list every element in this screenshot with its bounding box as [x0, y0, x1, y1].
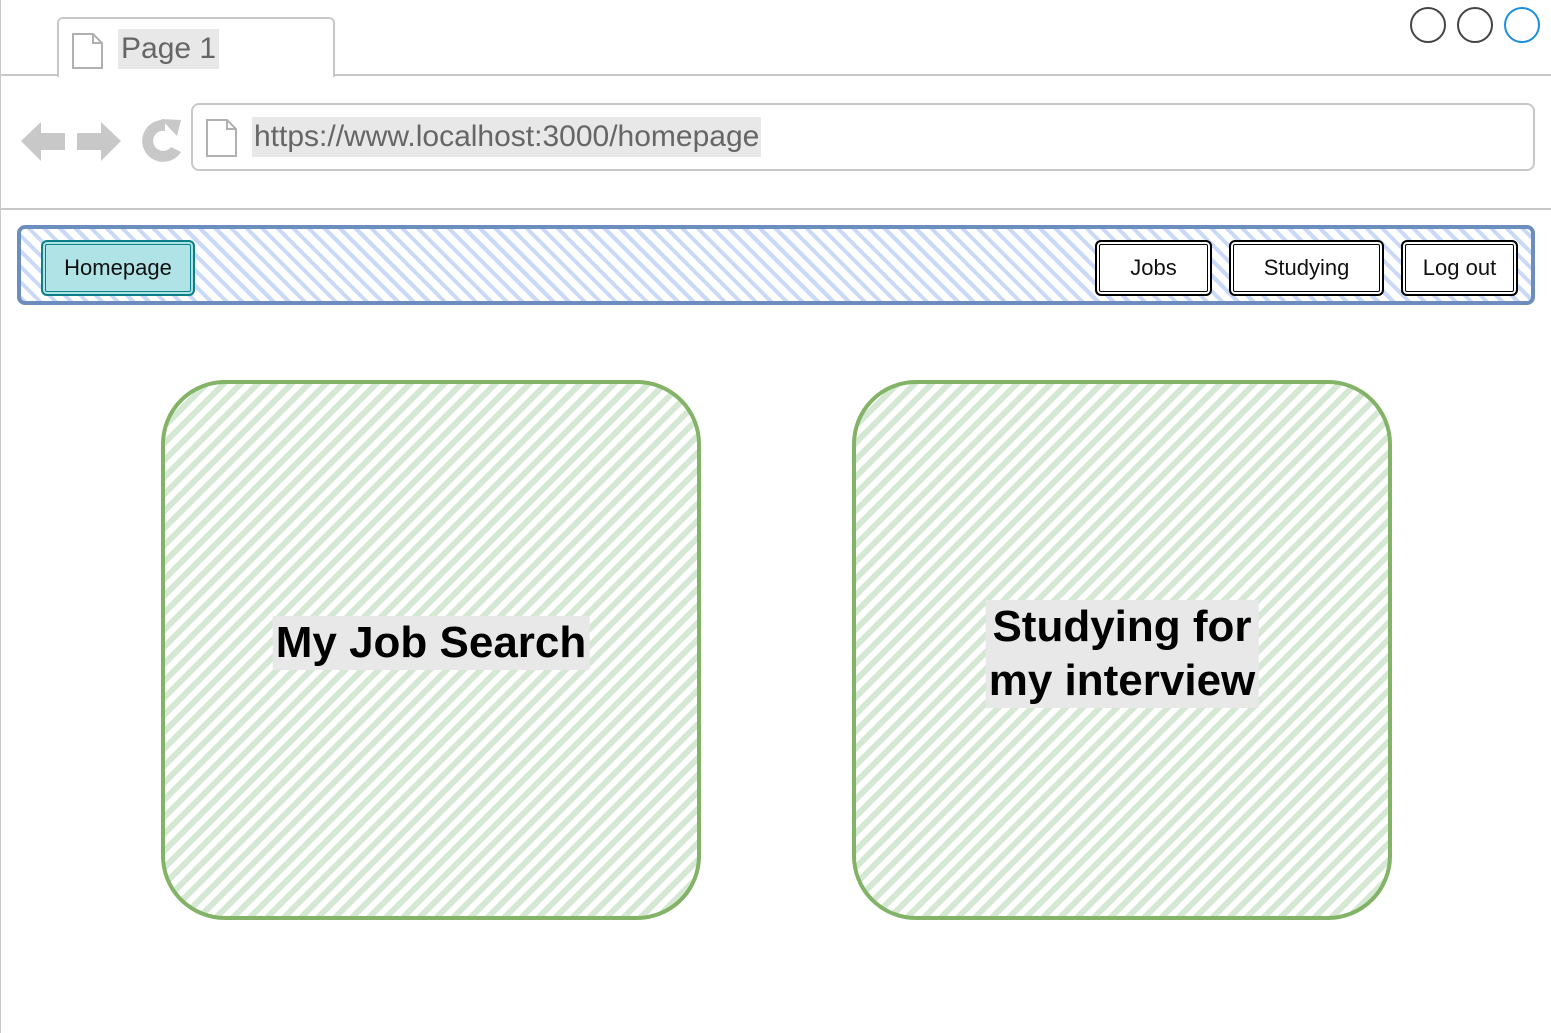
browser-window: Page 1 https://www.localhost:3000/homepa… — [0, 0, 1551, 1033]
back-icon[interactable] — [21, 122, 65, 161]
studying-button[interactable]: Studying — [1229, 240, 1384, 296]
minimize-window-icon[interactable] — [1410, 7, 1446, 43]
browser-tab[interactable]: Page 1 — [57, 17, 335, 77]
app-navbar: Homepage Jobs Studying Log out — [17, 225, 1535, 305]
card-title-line-1: Studying for — [992, 602, 1252, 651]
url-text: https://www.localhost:3000/homepage — [252, 117, 762, 157]
toolbar-divider — [1, 208, 1551, 210]
maximize-window-icon[interactable] — [1457, 7, 1493, 43]
my-job-search-card[interactable]: My Job Search — [161, 380, 701, 920]
homepage-button[interactable]: Homepage — [41, 240, 195, 296]
forward-icon[interactable] — [77, 122, 121, 161]
card-title: My Job Search — [272, 616, 590, 670]
page-icon — [72, 33, 103, 69]
tab-title: Page 1 — [118, 29, 220, 69]
reload-icon[interactable] — [142, 119, 181, 162]
log-out-button[interactable]: Log out — [1401, 240, 1518, 296]
card-title: Studying for my interview — [985, 600, 1259, 708]
studying-for-interview-card[interactable]: Studying for my interview — [852, 380, 1392, 920]
address-bar[interactable]: https://www.localhost:3000/homepage — [191, 103, 1535, 171]
close-window-icon[interactable] — [1504, 7, 1540, 43]
page-icon — [206, 119, 237, 157]
card-title-line-2: my interview — [988, 656, 1256, 705]
browser-nav-icons — [21, 119, 181, 162]
jobs-button[interactable]: Jobs — [1095, 240, 1212, 296]
